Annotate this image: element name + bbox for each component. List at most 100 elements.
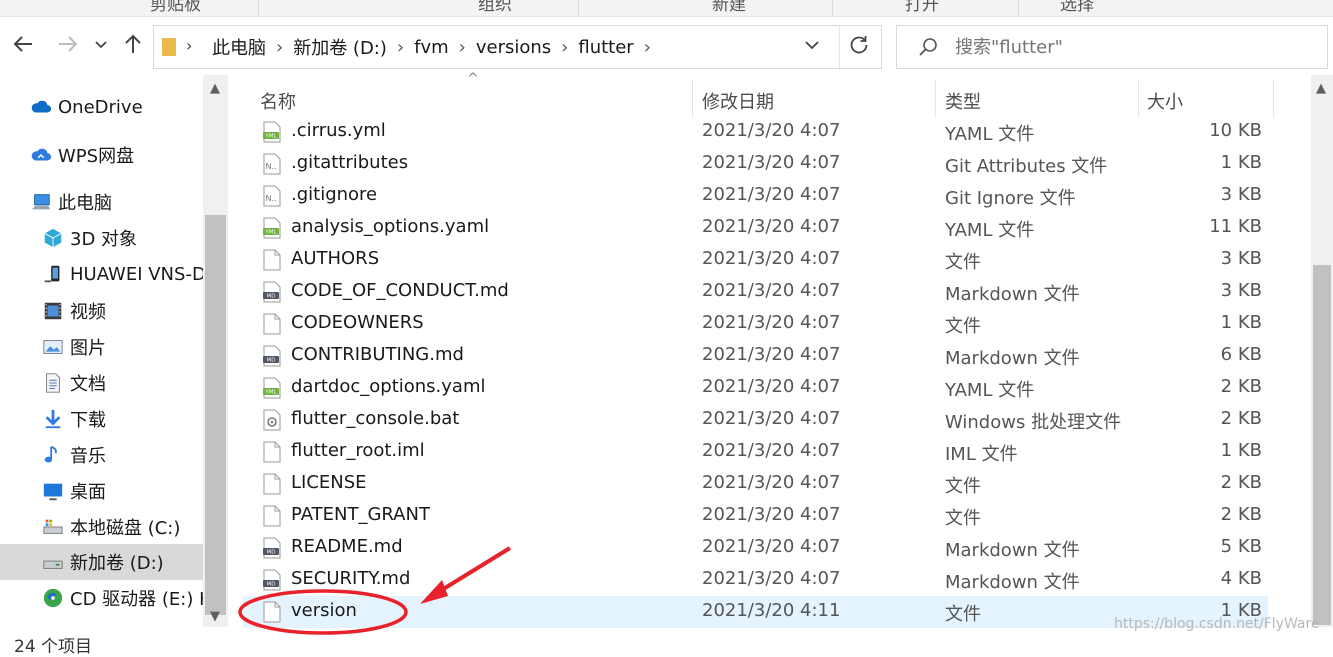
sidebar-item-drive-d[interactable]: 新加卷 (D:) bbox=[0, 544, 203, 580]
file-row[interactable]: N.. .gitattributes 2021/3/20 4:07 Git Attri… bbox=[243, 148, 1268, 180]
file-row[interactable]: YML analysis_options.yaml 2021/3/20 4:07 YA… bbox=[243, 212, 1268, 244]
file-modified-date: 2021/3/20 4:07 bbox=[702, 184, 841, 205]
search-input[interactable] bbox=[953, 32, 1313, 62]
ribbon-label-new: 新建 bbox=[712, 0, 746, 15]
file-row[interactable]: PATENT_GRANT 2021/3/20 4:07 文件 2 KB bbox=[243, 500, 1268, 532]
scrollbar-thumb[interactable] bbox=[205, 215, 226, 615]
column-header-date[interactable]: 修改日期 bbox=[702, 88, 774, 114]
file-modified-date: 2021/3/20 4:07 bbox=[702, 152, 841, 173]
up-button[interactable] bbox=[120, 31, 146, 65]
sidebar-item-3d-objects[interactable]: 3D 对象 bbox=[0, 220, 203, 256]
file-row[interactable]: YML dartdoc_options.yaml 2021/3/20 4:07 YAM… bbox=[243, 372, 1268, 404]
file-row[interactable]: N.. .gitignore 2021/3/20 4:07 Git Ignore 文件… bbox=[243, 180, 1268, 212]
sidebar-item-desktop[interactable]: 桌面 bbox=[0, 473, 203, 509]
sidebar-item-pictures[interactable]: 图片 bbox=[0, 329, 203, 365]
chevron-right-icon[interactable]: › bbox=[640, 37, 655, 58]
address-history-dropdown[interactable] bbox=[804, 34, 820, 60]
file-row[interactable]: flutter_console.bat 2021/3/20 4:07 Windows… bbox=[243, 404, 1268, 436]
svg-text:N..: N.. bbox=[265, 194, 276, 203]
chevron-right-icon[interactable]: › bbox=[455, 37, 470, 58]
sidebar-item-videos[interactable]: 视频 bbox=[0, 293, 203, 329]
scrollbar-thumb[interactable] bbox=[1313, 265, 1331, 625]
sidebar-item-label: 文档 bbox=[70, 374, 106, 395]
chevron-right-icon[interactable]: › bbox=[557, 37, 572, 58]
breadcrumb-this-pc[interactable]: 此电脑 bbox=[206, 34, 272, 60]
sidebar-item-label: 本地磁盘 (C:) bbox=[70, 518, 181, 539]
file-name: SECURITY.md bbox=[291, 568, 411, 589]
file-list-scrollbar[interactable]: ▲ bbox=[1311, 75, 1333, 627]
sidebar-item-this-pc[interactable]: 此电脑 bbox=[0, 184, 203, 220]
chevron-right-icon[interactable]: › bbox=[393, 37, 408, 58]
markdown-file-icon: MD bbox=[263, 569, 281, 591]
breadcrumb-drive-d[interactable]: 新加卷 (D:) bbox=[287, 34, 393, 60]
sidebar-item-huawei-device[interactable]: HUAWEI VNS-D bbox=[0, 256, 203, 292]
scroll-up-arrow-icon[interactable]: ▲ bbox=[1316, 81, 1326, 96]
ribbon-label-open: 打开 bbox=[905, 0, 939, 15]
status-item-count: 24 个项目 bbox=[14, 637, 93, 657]
refresh-button[interactable] bbox=[848, 34, 870, 61]
file-modified-date: 2021/3/20 4:07 bbox=[702, 568, 841, 589]
sidebar-item-cd-drive-e[interactable]: CD 驱动器 (E:) H bbox=[0, 580, 203, 616]
file-row[interactable]: MD SECURITY.md 2021/3/20 4:07 Markdown 文件 4 … bbox=[243, 564, 1268, 596]
sidebar-item-local-disk-c[interactable]: 本地磁盘 (C:) bbox=[0, 509, 203, 545]
file-size: 4 KB bbox=[1220, 568, 1262, 589]
address-bar[interactable]: › 此电脑 › 新加卷 (D:) › fvm › versions › flut… bbox=[153, 25, 882, 69]
breadcrumb-flutter[interactable]: flutter bbox=[572, 37, 639, 58]
column-header-type[interactable]: 类型 bbox=[945, 88, 981, 114]
file-modified-date: 2021/3/20 4:07 bbox=[702, 344, 841, 365]
column-divider[interactable] bbox=[692, 80, 693, 118]
column-divider[interactable] bbox=[935, 80, 936, 118]
scroll-up-arrow-icon[interactable]: ▲ bbox=[210, 81, 220, 96]
scroll-down-arrow-icon[interactable]: ▼ bbox=[210, 609, 220, 624]
recent-locations-button[interactable] bbox=[94, 31, 108, 65]
ribbon-divider bbox=[1018, 0, 1019, 16]
forward-button[interactable] bbox=[55, 31, 81, 65]
file-name: .gitattributes bbox=[291, 152, 409, 173]
sidebar-item-downloads[interactable]: 下载 bbox=[0, 401, 203, 437]
sidebar-item-documents[interactable]: 文档 bbox=[0, 365, 203, 401]
file-row[interactable]: LICENSE 2021/3/20 4:07 文件 2 KB bbox=[243, 468, 1268, 500]
ribbon-group-labels: 剪贴板 组织 新建 打开 选择 bbox=[0, 0, 1333, 17]
file-row[interactable]: MD CODE_OF_CONDUCT.md 2021/3/20 4:07 Markdo… bbox=[243, 276, 1268, 308]
file-name: flutter_root.iml bbox=[291, 440, 425, 461]
breadcrumb-fvm[interactable]: fvm bbox=[408, 37, 455, 58]
sidebar-item-wps-cloud[interactable]: WPS网盘 bbox=[0, 137, 203, 173]
chevron-right-icon[interactable]: › bbox=[272, 37, 287, 58]
markdown-file-icon: MD bbox=[263, 537, 281, 559]
file-modified-date: 2021/3/20 4:07 bbox=[702, 248, 841, 269]
column-header-size[interactable]: 大小 bbox=[1147, 88, 1183, 114]
file-name: .cirrus.yml bbox=[291, 120, 386, 141]
column-divider[interactable] bbox=[1138, 80, 1139, 118]
file-type: Markdown 文件 bbox=[945, 572, 1080, 593]
column-header-name[interactable]: 名称 bbox=[260, 88, 296, 114]
column-divider[interactable] bbox=[1273, 80, 1274, 118]
ribbon-label-clipboard: 剪贴板 bbox=[150, 0, 201, 15]
search-box[interactable] bbox=[896, 25, 1328, 69]
breadcrumb-versions[interactable]: versions bbox=[470, 37, 557, 58]
file-size: 3 KB bbox=[1220, 248, 1262, 269]
file-modified-date: 2021/3/20 4:07 bbox=[702, 216, 841, 237]
file-row[interactable]: MD README.md 2021/3/20 4:07 Markdown 文件 5 KB bbox=[243, 532, 1268, 564]
navigation-bar: › 此电脑 › 新加卷 (D:) › fvm › versions › flut… bbox=[0, 17, 1333, 75]
back-button[interactable] bbox=[10, 31, 36, 65]
pictures-icon bbox=[43, 340, 63, 354]
sidebar-item-onedrive[interactable]: OneDrive bbox=[0, 89, 203, 125]
file-row[interactable]: MD CONTRIBUTING.md 2021/3/20 4:07 Markdown … bbox=[243, 340, 1268, 372]
svg-text:MD: MD bbox=[267, 294, 276, 300]
sidebar-item-music[interactable]: 音乐 bbox=[0, 437, 203, 473]
file-row[interactable]: flutter_root.iml 2021/3/20 4:07 IML 文件 1 KB bbox=[243, 436, 1268, 468]
chevron-down-icon bbox=[805, 41, 819, 50]
3d-objects-icon bbox=[44, 228, 62, 248]
file-type: YAML 文件 bbox=[945, 124, 1035, 145]
file-name: .gitignore bbox=[291, 184, 378, 205]
file-name: AUTHORS bbox=[291, 248, 380, 269]
file-row[interactable]: CODEOWNERS 2021/3/20 4:07 文件 1 KB bbox=[243, 308, 1268, 340]
navigation-pane-scrollbar[interactable]: ▲ ▼ bbox=[203, 75, 228, 627]
sidebar-item-label: HUAWEI VNS-D bbox=[70, 263, 203, 285]
file-size: 1 KB bbox=[1220, 152, 1262, 173]
file-row[interactable]: AUTHORS 2021/3/20 4:07 文件 3 KB bbox=[243, 244, 1268, 276]
file-row[interactable]: YML .cirrus.yml 2021/3/20 4:07 YAML 文件 10 KB bbox=[243, 116, 1268, 148]
file-type: IML 文件 bbox=[945, 444, 1018, 465]
file-name: PATENT_GRANT bbox=[291, 504, 430, 525]
file-modified-date: 2021/3/20 4:07 bbox=[702, 440, 841, 461]
